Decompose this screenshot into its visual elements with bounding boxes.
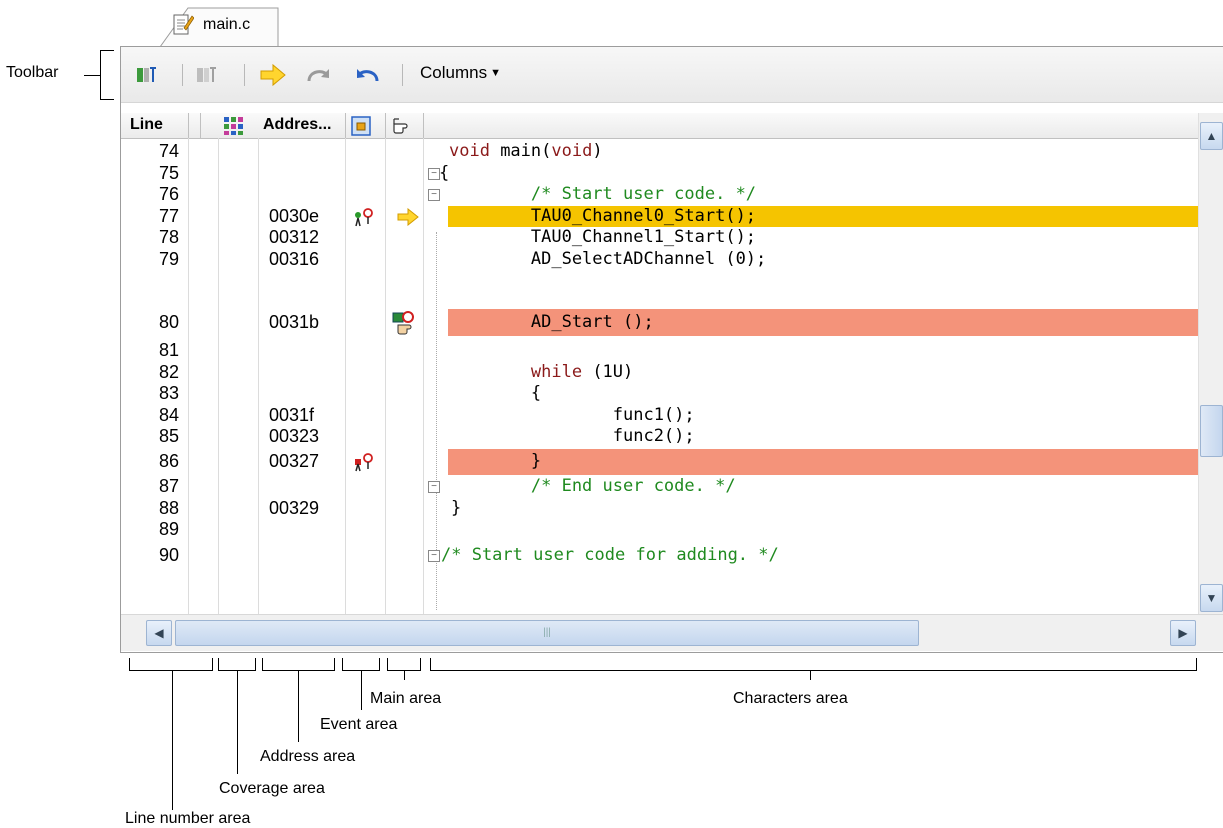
annotation-line-number-area: Line number area [125, 810, 251, 827]
line-number: 85 [158, 426, 179, 446]
scroll-up-icon[interactable]: ▲ [1200, 122, 1223, 150]
code-row[interactable]: 88 00329 } [121, 498, 1198, 520]
code-row[interactable]: 78 00312 TAU0_Channel1_Start(); [121, 227, 1198, 249]
column-header-line[interactable]: Line [130, 116, 163, 134]
code-text: while (1U) [530, 361, 634, 382]
c-file-icon [172, 12, 195, 38]
code-text: AD_Start (); [449, 312, 654, 332]
vertical-scroll-thumb[interactable] [1200, 405, 1223, 457]
code-row[interactable]: 85 00323 func2(); [121, 426, 1198, 448]
address: 0031f [269, 404, 315, 425]
code-row[interactable]: 76 − /* Start user code. */ [121, 184, 1198, 206]
line-number: 82 [158, 361, 179, 382]
code-row[interactable]: 90 − /* Start user code for adding. */ [121, 545, 1198, 567]
code-text: { [449, 383, 542, 403]
line-number: 84 [158, 404, 179, 425]
line-number: 90 [158, 545, 179, 565]
collapse-icon[interactable]: − [428, 481, 440, 493]
caret-down-icon: ▼ [490, 67, 501, 79]
code-text: func2(); [449, 426, 695, 446]
line-number: 75 [158, 162, 179, 183]
collapse-icon[interactable]: − [428, 189, 440, 201]
code-text: } [449, 451, 542, 471]
scroll-left-icon[interactable]: ◀ [146, 620, 172, 646]
breakpoint-highlight [448, 449, 1198, 475]
code-row[interactable]: 81 [121, 340, 1198, 362]
line-number: 80 [158, 312, 179, 332]
forward-to-next-history-icon[interactable] [304, 60, 334, 90]
tab-label[interactable]: main.c [203, 16, 250, 34]
vertical-scrollbar[interactable] [1198, 113, 1223, 614]
code-text: AD_SelectADChannel (0); [449, 248, 767, 269]
line-number: 86 [158, 451, 179, 471]
coverage-column-icon[interactable] [223, 116, 245, 141]
code-row[interactable]: 75 − { [121, 163, 1198, 185]
annotation-main-area: Main area [370, 690, 442, 707]
code-row-current[interactable]: 77 0030e TAU0_Channel0_Start(); [121, 205, 1198, 227]
annotation-toolbar: Toolbar [6, 64, 59, 81]
code-row[interactable]: 89 [121, 519, 1198, 541]
line-number: 78 [158, 227, 179, 247]
pointing-hand-icon[interactable] [390, 115, 412, 142]
back-to-last-history-icon[interactable] [352, 60, 382, 90]
code-row-breakpoint[interactable]: 86 00327 } [121, 449, 1198, 475]
line-number: 76 [158, 184, 179, 204]
address: 00327 [269, 451, 320, 471]
line-number: 81 [158, 340, 179, 360]
annotation-event-area: Event area [320, 716, 398, 733]
columns-menu-label: Columns [420, 63, 488, 82]
address: 00323 [269, 426, 320, 446]
address: 00316 [269, 248, 320, 269]
code-text: /* Start user code. */ [449, 184, 757, 204]
annotation-address-area: Address area [260, 748, 356, 765]
address: 00329 [269, 497, 320, 518]
breakpoint-hand-icon[interactable] [391, 309, 417, 342]
columns-menu-button[interactable]: Columns ▼ [420, 63, 501, 83]
code-row[interactable]: 83 { [121, 383, 1198, 405]
code-row[interactable]: 84 0031f func1(); [121, 405, 1198, 427]
code-row[interactable]: 82 while (1U) [121, 362, 1198, 384]
code-text: void main(void) [449, 141, 603, 161]
show-current-pc-icon[interactable] [258, 60, 288, 90]
scroll-down-icon[interactable]: ▼ [1200, 584, 1223, 612]
event-column-icon[interactable] [350, 115, 374, 142]
line-number: 74 [158, 141, 179, 161]
horizontal-scroll-thumb[interactable]: ||| [175, 620, 919, 646]
line-number: 87 [158, 476, 179, 496]
line-number: 83 [158, 383, 179, 403]
code-text: { [439, 162, 450, 183]
line-number: 79 [158, 248, 179, 269]
code-text: /* End user code. */ [449, 476, 736, 496]
code-text: TAU0_Channel1_Start(); [449, 227, 757, 247]
code-text: TAU0_Channel0_Start(); [449, 205, 757, 226]
line-number: 77 [158, 205, 179, 226]
code-text: /* Start user code for adding. */ [441, 545, 779, 565]
scroll-right-icon[interactable]: ▶ [1170, 620, 1196, 646]
collapse-icon[interactable]: − [428, 550, 440, 562]
code-row[interactable]: 74 void main(void) [121, 141, 1198, 163]
address: 0031b [269, 312, 320, 332]
address: 00312 [269, 227, 320, 247]
event-marker-icon[interactable] [352, 452, 376, 477]
address: 0030e [269, 205, 320, 226]
annotation-coverage-area: Coverage area [219, 780, 325, 797]
code-text: } [451, 497, 462, 518]
disassemble-icon[interactable] [194, 60, 220, 90]
line-number: 89 [158, 519, 179, 539]
annotation-characters-area: Characters area [733, 690, 848, 707]
code-row[interactable]: 79 00316 AD_SelectADChannel (0); [121, 249, 1198, 271]
code-row[interactable]: 87 − /* End user code. */ [121, 476, 1198, 498]
line-number: 88 [158, 497, 179, 518]
go-to-source-icon[interactable] [134, 60, 160, 90]
column-header-address[interactable]: Addres... [263, 116, 331, 134]
code-row-breakpoint[interactable]: 80 0031b AD_Start (); [121, 309, 1198, 336]
code-text: func1(); [449, 404, 695, 425]
